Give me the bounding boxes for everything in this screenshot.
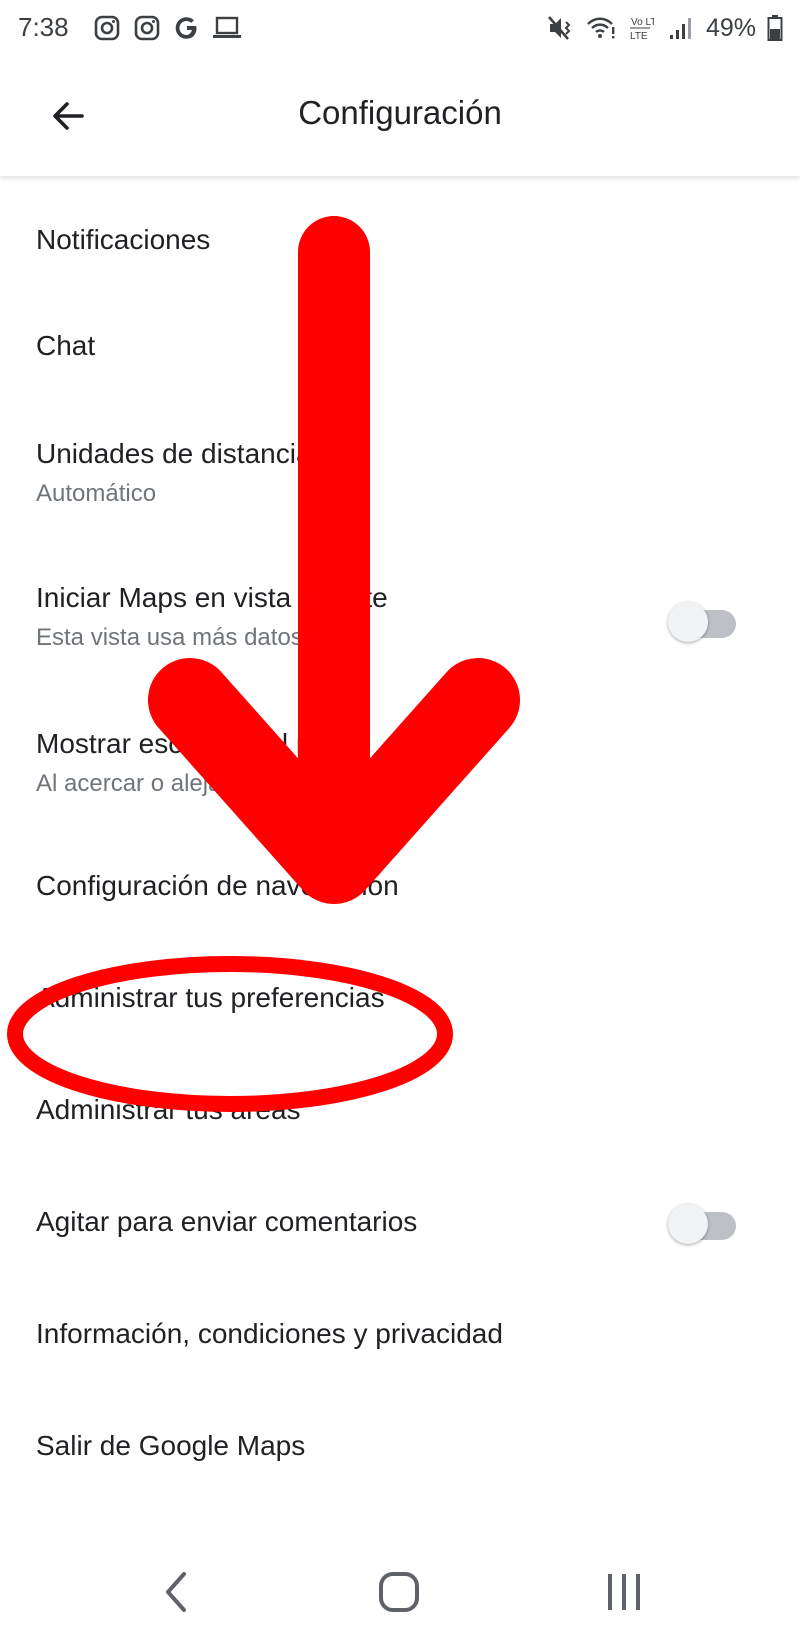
setting-subtitle: Esta vista usa más datos: [36, 624, 303, 651]
setting-title: Agitar para enviar comentarios: [36, 1206, 418, 1237]
setting-info-terms-privacy[interactable]: Información, condiciones y privacidad: [0, 1280, 800, 1392]
setting-title: Administrar tus preferencias: [36, 982, 385, 1013]
status-time: 7:38: [18, 12, 69, 42]
app-bar: Configuración: [0, 56, 800, 176]
setting-notifications[interactable]: Notificaciones: [0, 176, 800, 288]
battery-icon: [766, 13, 784, 43]
wifi-icon: [586, 13, 616, 43]
setting-title: Configuración de navegación: [36, 870, 399, 901]
setting-exit-maps[interactable]: Salir de Google Maps: [0, 1392, 800, 1504]
setting-subtitle: Automático: [36, 480, 157, 507]
setting-title: Administrar tus áreas: [36, 1094, 301, 1125]
battery-percent: 49%: [705, 13, 756, 42]
svg-text:Vo LTE: Vo LTE: [631, 17, 654, 28]
setting-show-scale[interactable]: Mostrar escala en el mapa Al acercar o a…: [0, 686, 800, 832]
back-nav-icon: [166, 1572, 186, 1612]
system-nav-bar: [0, 1540, 800, 1646]
setting-chat[interactable]: Chat: [0, 288, 800, 400]
setting-title: Unidades de distancia: [36, 438, 312, 469]
setting-manage-areas[interactable]: Administrar tus áreas: [0, 1056, 800, 1168]
setting-title: Chat: [36, 330, 96, 361]
laptop-icon: [212, 13, 242, 43]
google-icon: [172, 13, 202, 43]
status-bar: 7:38 Vo LTE LTE 49%: [0, 0, 800, 56]
satellite-view-toggle[interactable]: [668, 602, 740, 642]
toggle-thumb: [668, 602, 708, 642]
recents-nav-icon: [608, 1574, 640, 1610]
setting-title: Iniciar Maps en vista satélite: [36, 582, 388, 613]
toggle-thumb: [668, 1204, 708, 1244]
setting-manage-preferences[interactable]: Administrar tus preferencias: [0, 944, 800, 1056]
setting-shake-feedback[interactable]: Agitar para enviar comentarios: [0, 1168, 800, 1280]
instagram-icon: [92, 13, 122, 43]
signal-icon: [666, 13, 696, 43]
setting-subtitle: Al acercar o alejar el mapa: [36, 770, 322, 797]
mute-vibrate-icon: [546, 13, 576, 43]
shake-feedback-toggle[interactable]: [668, 1204, 740, 1244]
setting-title: Salir de Google Maps: [36, 1430, 306, 1461]
volte-icon: Vo LTE LTE: [626, 13, 656, 43]
instagram-icon: [132, 13, 162, 43]
home-nav-icon: [379, 1572, 419, 1612]
status-system-icons: Vo LTE LTE 49%: [546, 10, 784, 46]
nav-back-button[interactable]: [146, 1562, 206, 1622]
status-notification-icons: [92, 10, 242, 46]
nav-home-button[interactable]: [369, 1562, 429, 1622]
setting-title: Mostrar escala en el mapa: [36, 728, 366, 759]
setting-navigation[interactable]: Configuración de navegación: [0, 832, 800, 944]
setting-distance-units[interactable]: Unidades de distancia Automático: [0, 400, 800, 540]
page-title: Configuración: [298, 94, 502, 131]
setting-title: Notificaciones: [36, 224, 211, 255]
nav-recents-button[interactable]: [594, 1562, 654, 1622]
svg-text:LTE: LTE: [630, 31, 648, 42]
setting-title: Información, condiciones y privacidad: [36, 1318, 503, 1349]
setting-satellite-view[interactable]: Iniciar Maps en vista satélite Esta vist…: [0, 540, 800, 686]
